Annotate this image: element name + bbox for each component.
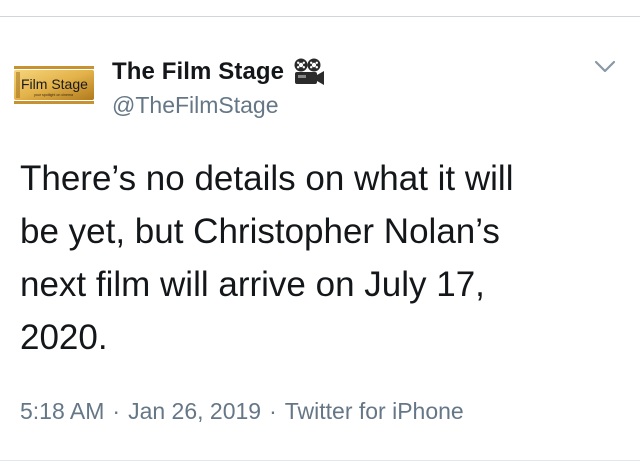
display-name[interactable]: The Film Stage [112,58,284,86]
profile-avatar[interactable]: Film Stage your spotlight on cinema [12,58,96,112]
tweet-metadata: 5:18 AM · Jan 26, 2019 · Twitter for iPhone [20,398,464,425]
author-name-row: The Film Stage [112,56,326,88]
meta-separator: · [269,398,277,424]
tweet-date[interactable]: Jan 26, 2019 [128,398,261,424]
avatar-tagline: your spotlight on cinema [34,93,73,97]
film-camera-icon [294,58,325,85]
author-handle[interactable]: @TheFilmStage [112,92,279,119]
chevron-down-icon[interactable] [592,56,618,76]
bottom-divider [0,460,640,461]
tweet-time[interactable]: 5:18 AM [20,398,104,424]
meta-separator: · [112,398,121,424]
tweet-text: There’s no details on what it will be ye… [20,159,514,357]
tweet-source[interactable]: Twitter for iPhone [285,398,464,424]
avatar-logo-text: Film Stage [21,76,88,92]
top-divider [0,16,640,17]
